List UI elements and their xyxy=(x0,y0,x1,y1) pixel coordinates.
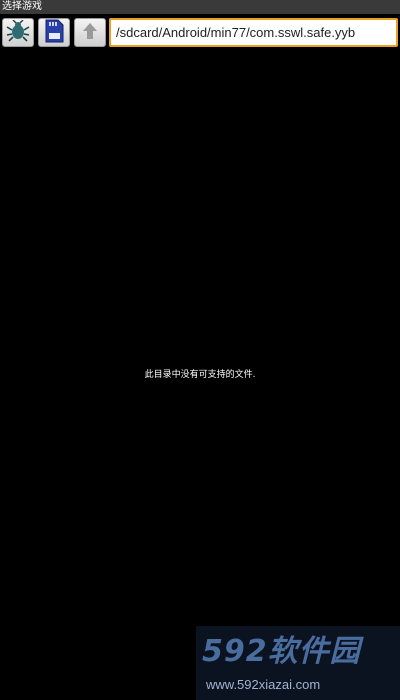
arrow-up-icon xyxy=(80,21,100,45)
window-title: 选择游戏 xyxy=(0,0,400,14)
watermark: 592软件园 www.592xiazai.com xyxy=(196,626,400,700)
watermark-logo: 592软件园 xyxy=(202,634,361,669)
parent-directory-button[interactable] xyxy=(74,18,106,47)
bug-icon xyxy=(5,19,31,46)
watermark-url: www.592xiazai.com xyxy=(206,677,321,692)
debug-button[interactable] xyxy=(2,18,34,47)
empty-directory-message: 此目录中没有可支持的文件. xyxy=(144,370,256,380)
game-picker-screen: 选择游戏 /sdcard/Android/min77/com.sswl.safe… xyxy=(0,0,400,700)
toolbar: /sdcard/Android/min77/com.sswl.safe.yyb xyxy=(0,14,400,50)
sdcard-button[interactable] xyxy=(38,18,70,47)
sdcard-icon xyxy=(43,19,65,47)
current-path-field[interactable]: /sdcard/Android/min77/com.sswl.safe.yyb xyxy=(109,18,398,47)
